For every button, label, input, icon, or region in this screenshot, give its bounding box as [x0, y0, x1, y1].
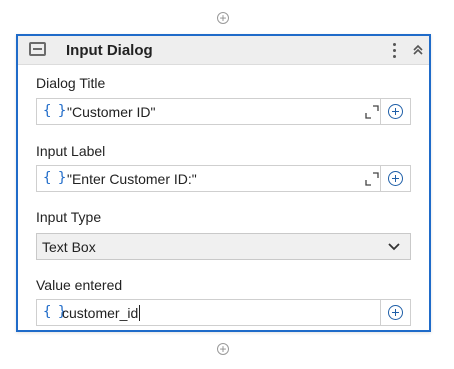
input-label-field[interactable]: { } "Enter Customer ID:": [36, 165, 411, 192]
activity-title: Input Dialog: [66, 42, 153, 59]
plus-circle-icon: [388, 305, 403, 320]
input-type-selected: Text Box: [42, 239, 96, 255]
value-entered-add-button[interactable]: [380, 300, 410, 325]
value-entered-label: Value entered: [36, 277, 123, 293]
dialog-title-field[interactable]: { } "Customer ID": [36, 98, 411, 125]
add-activity-above-icon[interactable]: +: [217, 12, 229, 24]
more-vertical-icon[interactable]: [390, 39, 398, 61]
dialog-title-value[interactable]: "Customer ID": [67, 104, 156, 120]
expand-editor-icon[interactable]: [365, 172, 379, 186]
double-chevron-up-icon[interactable]: [411, 43, 425, 57]
expand-editor-icon[interactable]: [365, 105, 379, 119]
dialog-title-label: Dialog Title: [36, 75, 106, 91]
expression-braces-icon[interactable]: { }: [43, 103, 66, 119]
chevron-down-icon: [388, 243, 400, 251]
plus-circle-icon: [388, 104, 403, 119]
text-cursor: [139, 305, 141, 321]
plus-circle-icon: [388, 171, 403, 186]
input-label-value[interactable]: "Enter Customer ID:": [67, 171, 197, 187]
activity-header: Input Dialog: [18, 36, 429, 65]
dialog-title-add-button[interactable]: [380, 99, 410, 124]
value-entered-input[interactable]: customer_id: [62, 305, 141, 321]
input-label-label: Input Label: [36, 143, 106, 159]
input-label-add-button[interactable]: [380, 166, 410, 191]
input-type-dropdown[interactable]: Text Box: [36, 233, 411, 260]
add-activity-below-icon[interactable]: +: [217, 343, 229, 355]
input-type-label: Input Type: [36, 209, 102, 225]
value-entered-field[interactable]: { } customer_id: [36, 299, 411, 326]
dialog-box-icon: [29, 42, 46, 56]
input-dialog-activity-card[interactable]: Input Dialog Dialog Title { } "Customer …: [16, 34, 431, 332]
expression-braces-icon[interactable]: { }: [43, 170, 66, 186]
